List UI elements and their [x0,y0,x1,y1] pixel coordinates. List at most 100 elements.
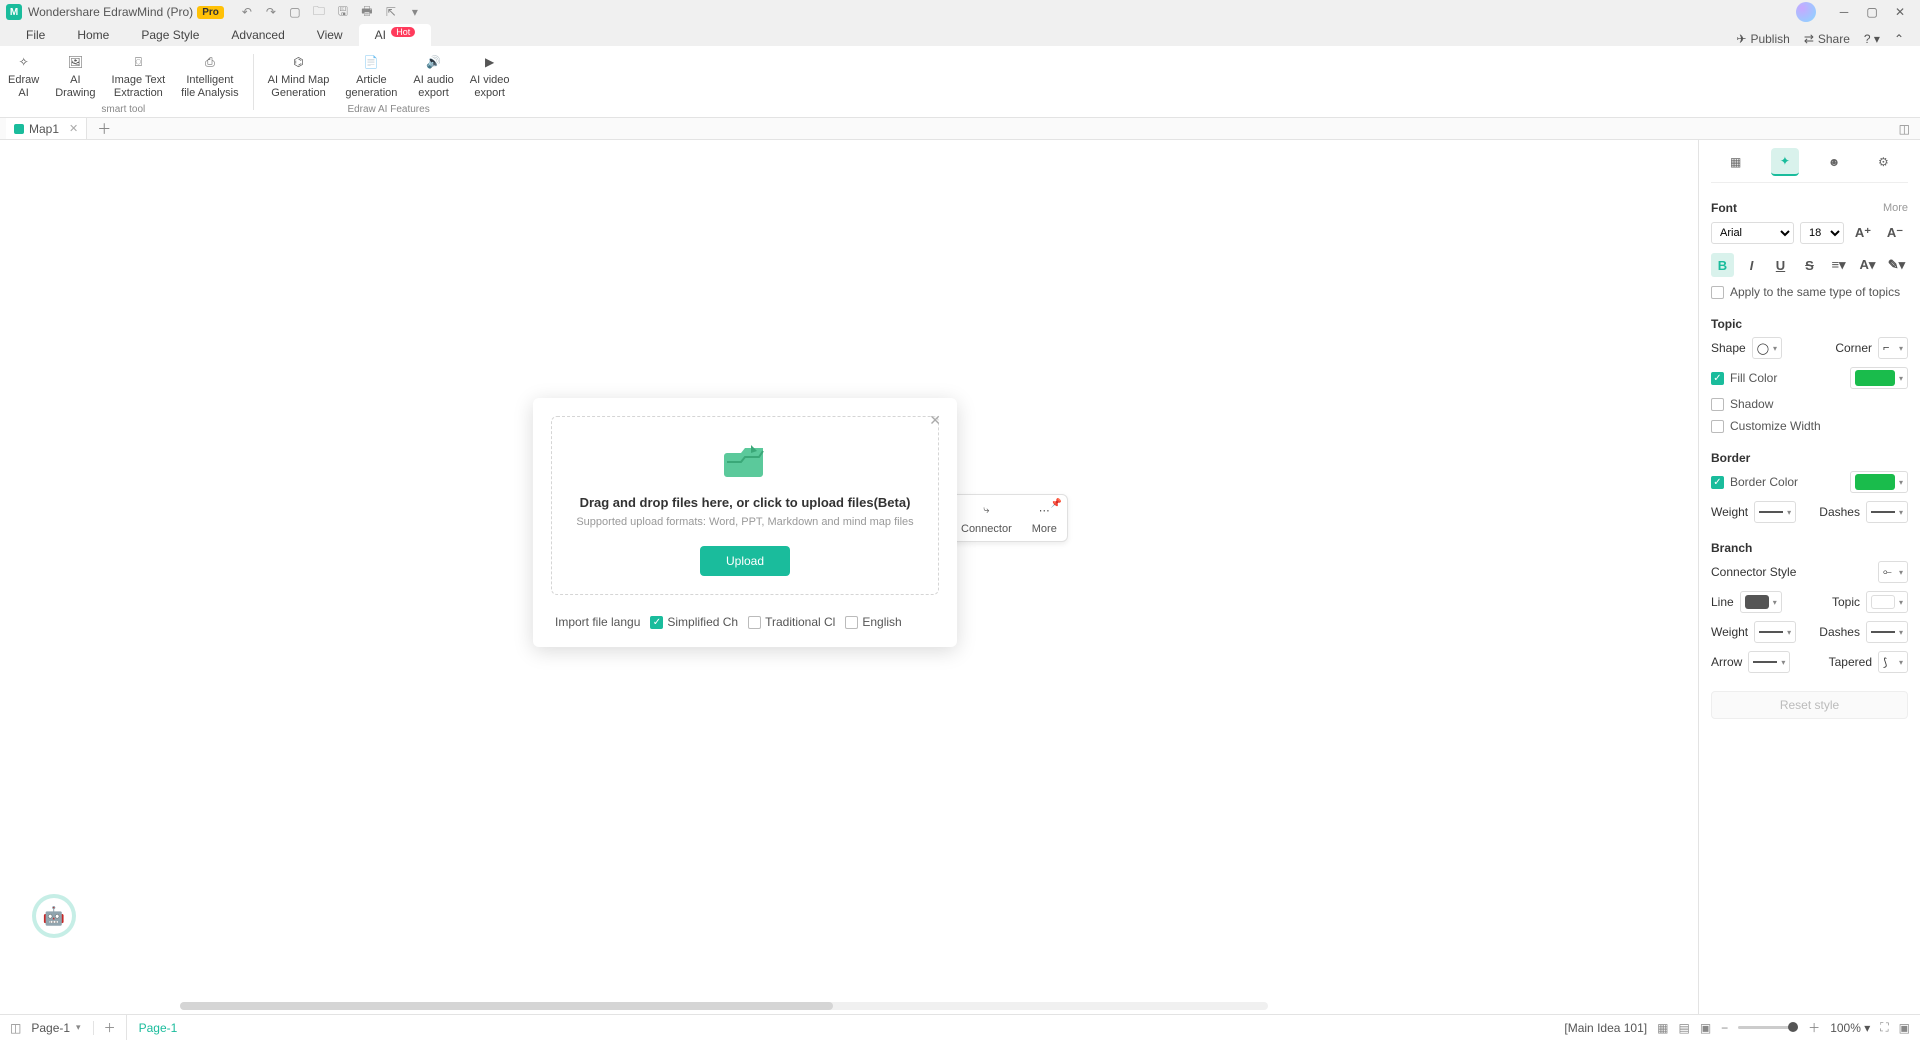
float-more[interactable]: 📌 ⋯ More [1022,495,1067,541]
menu-ai-label: AI [375,28,386,42]
view-mode-2-icon[interactable]: ▤ [1678,1021,1689,1035]
panel-tab-style[interactable]: ▦ [1722,148,1750,176]
lang-english[interactable]: English [845,615,901,629]
tool-ai-audio-export[interactable]: 🔊AI audio export [405,50,461,102]
panel-tab-format[interactable]: ✦ [1771,148,1799,176]
branch-dashes-select[interactable]: ▾ [1866,621,1908,643]
collapse-ribbon-button[interactable]: ⌃ [1894,32,1904,46]
help-button[interactable]: ? ▾ [1864,32,1880,46]
lang-label: Import file langu [555,615,640,629]
highlight-button[interactable]: ✎▾ [1885,253,1908,277]
connector-style-select[interactable]: ⟜▾ [1878,561,1908,583]
lang-traditional-chinese[interactable]: Traditional Cl [748,615,835,629]
branch-line-color[interactable]: ▾ [1740,591,1782,613]
align-button[interactable]: ≡▾ [1827,253,1850,277]
view-mode-1-icon[interactable]: ▦ [1657,1021,1668,1035]
canvas[interactable]: ⤷ Connector 📌 ⋯ More ✕ Drag and drop fil… [0,140,1698,1014]
tool-ai-video-export[interactable]: ▶AI video export [462,50,518,102]
tab-close-icon[interactable]: ✕ [69,122,78,135]
fill-color-row: ✓ Fill Color ▾ [1711,367,1908,389]
menu-ai[interactable]: AI Hot [359,24,432,46]
menu-home[interactable]: Home [61,24,125,46]
close-button[interactable]: ✕ [1886,5,1914,19]
menu-advanced[interactable]: Advanced [215,24,300,46]
tab-map1[interactable]: Map1 ✕ [6,118,87,139]
tool-image-text-extraction[interactable]: ⌼Image Text Extraction [104,50,174,102]
ai-assistant-button[interactable]: 🤖 [36,898,72,934]
view-mode-3-icon[interactable]: ▣ [1700,1021,1711,1035]
apply-same-type-checkbox[interactable]: Apply to the same type of topics [1711,285,1908,299]
font-color-button[interactable]: A▾ [1856,253,1879,277]
tool-article-generation[interactable]: 📄Article generation [337,50,405,102]
branch-arrow-select[interactable]: ▾ [1748,651,1790,673]
fit-page-button[interactable]: ▣ [1899,1021,1910,1035]
outline-toggle-icon[interactable]: ◫ [10,1021,21,1035]
border-color-checkbox[interactable]: ✓ [1711,476,1724,489]
page-tab[interactable]: Page-1 [126,1015,190,1040]
user-avatar[interactable] [1796,2,1816,22]
zoom-out-button[interactable]: − [1721,1021,1728,1035]
zoom-value[interactable]: 100% ▾ [1830,1021,1870,1035]
bold-button[interactable]: B [1711,253,1734,277]
tool-ai-drawing[interactable]: 🖼AI Drawing [47,50,103,102]
font-decrease-button[interactable]: A⁻ [1882,221,1908,245]
font-size-select[interactable]: 18 [1800,222,1844,244]
add-page-button[interactable]: ＋ [104,1019,116,1036]
corner-select[interactable]: ⌐▾ [1878,337,1908,359]
zoom-in-button[interactable]: ＋ [1808,1019,1820,1036]
menu-file[interactable]: File [10,24,61,46]
add-tab-button[interactable]: ＋ [87,119,121,139]
horizontal-scrollbar[interactable] [180,1002,1268,1010]
export-icon[interactable]: ⇱ [384,5,398,19]
font-family-select[interactable]: Arial [1711,222,1794,244]
new-icon[interactable]: ▢ [288,5,302,19]
branch-tapered-select[interactable]: ⟆▾ [1878,651,1908,673]
strikethrough-button[interactable]: S [1798,253,1821,277]
zoom-slider[interactable] [1738,1026,1798,1029]
font-increase-button[interactable]: A⁺ [1850,221,1876,245]
fill-color-picker[interactable]: ▾ [1850,367,1908,389]
maximize-button[interactable]: ▢ [1858,5,1886,19]
shadow-checkbox[interactable]: Shadow [1711,397,1908,411]
italic-button[interactable]: I [1740,253,1763,277]
print-icon[interactable]: 🖶 [360,5,374,19]
lang-simplified-chinese[interactable]: ✓Simplified Ch [650,615,738,629]
tool-ai-mindmap-generation[interactable]: ⌬AI Mind Map Generation [260,50,338,102]
font-more[interactable]: More [1883,202,1908,214]
modal-close-button[interactable]: ✕ [929,412,941,429]
redo-icon[interactable]: ↷ [264,5,278,19]
tool-edraw-ai[interactable]: ✧Edraw AI [0,50,47,102]
border-color-picker[interactable]: ▾ [1850,471,1908,493]
fill-color-checkbox[interactable]: ✓ [1711,372,1724,385]
upload-button[interactable]: Upload [700,546,790,576]
tool-intelligent-file-analysis[interactable]: ⎙Intelligent file Analysis [173,50,246,102]
share-button[interactable]: ⇄Share [1804,32,1850,46]
reset-style-button[interactable]: Reset style [1711,691,1908,719]
customize-width-checkbox[interactable]: Customize Width [1711,419,1908,433]
menu-view[interactable]: View [301,24,359,46]
underline-button[interactable]: U [1769,253,1792,277]
toggle-right-panel-button[interactable]: ◫ [1889,122,1920,136]
connector-icon: ⤷ [977,501,995,519]
border-weight-select[interactable]: ▾ [1754,501,1796,523]
page-dropdown[interactable]: Page-1▾ [31,1021,93,1035]
dropzone[interactable]: Drag and drop files here, or click to up… [551,416,939,595]
section-font: Font More [1711,201,1908,215]
panel-tab-icon[interactable]: ☻ [1820,148,1848,176]
save-icon[interactable]: 🖫 [336,5,350,19]
ribbon: ✧Edraw AI 🖼AI Drawing ⌼Image Text Extrac… [0,46,1920,118]
menu-page-style[interactable]: Page Style [125,24,215,46]
border-dashes-select[interactable]: ▾ [1866,501,1908,523]
branch-topic-color[interactable]: ▾ [1866,591,1908,613]
fullscreen-button[interactable]: ⛶ [1880,1020,1888,1035]
branch-weight-select[interactable]: ▾ [1754,621,1796,643]
open-icon[interactable]: 🗀 [312,5,326,19]
menubar: File Home Page Style Advanced View AI Ho… [0,24,1920,46]
float-connector[interactable]: ⤷ Connector [951,495,1022,541]
panel-tab-settings[interactable]: ⚙ [1869,148,1897,176]
undo-icon[interactable]: ↶ [240,5,254,19]
qat-dropdown-icon[interactable]: ▾ [408,5,422,19]
publish-button[interactable]: ✈Publish [1736,32,1789,46]
minimize-button[interactable]: ─ [1830,5,1858,19]
shape-select[interactable]: ◯▾ [1752,337,1782,359]
